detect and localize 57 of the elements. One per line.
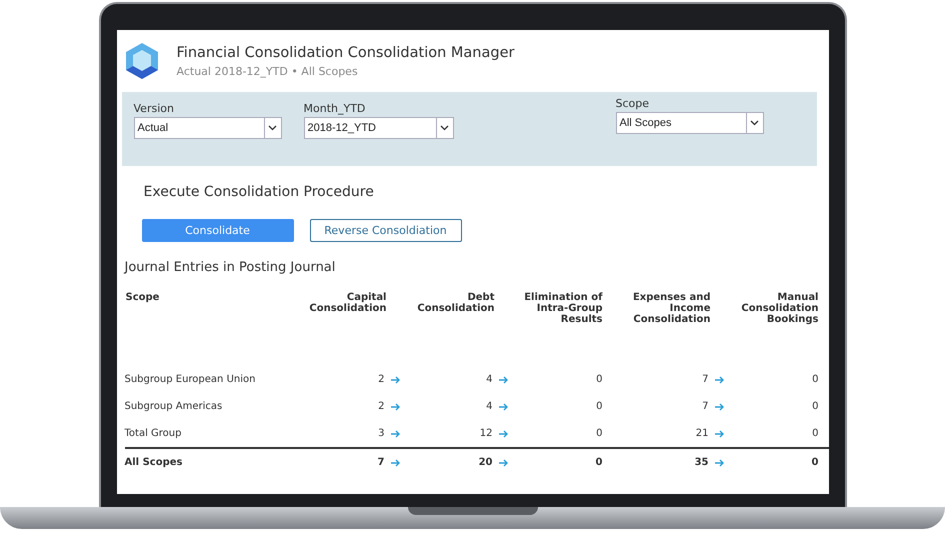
count-value: 0: [812, 457, 818, 468]
section-title: Execute Consolidation Procedure: [144, 184, 375, 200]
arrow-right-icon[interactable]: [714, 376, 724, 384]
chevron-down-icon: [440, 125, 449, 131]
count-value: 0: [596, 428, 602, 439]
column-header: Manual Consolidation Bookings: [740, 291, 820, 327]
filter-label: Scope: [616, 97, 650, 110]
scope-name: All Scopes: [124, 457, 182, 468]
count-value: 2: [378, 374, 384, 385]
arrow-right-icon[interactable]: [390, 458, 400, 466]
count-value: 12: [480, 428, 492, 439]
column-header: Expenses and Income Consolidation: [632, 291, 712, 327]
scope-name: Subgroup Americas: [124, 401, 222, 412]
app-title: Financial Consolidation Consolidation Manager: [176, 44, 514, 60]
filter-label: Month_YTD: [304, 102, 366, 115]
count-value: 4: [486, 401, 492, 412]
dropdown-field[interactable]: All Scopes: [616, 112, 764, 134]
dropdown-field[interactable]: 2018-12_YTD: [304, 117, 454, 139]
count-value: 7: [378, 457, 384, 468]
arrow-right-icon[interactable]: [498, 458, 508, 466]
cube-logo-icon: [124, 42, 158, 80]
filter-label: Version: [134, 102, 175, 115]
count-value: 0: [812, 374, 818, 385]
count-value: 0: [812, 401, 818, 412]
count-value: 7: [702, 401, 708, 412]
count-value: 0: [812, 428, 818, 439]
count-value: 20: [478, 457, 492, 468]
count-value: 21: [696, 428, 708, 439]
chevron-down-icon: [268, 125, 277, 131]
count-value: 2: [378, 401, 384, 412]
count-value: 7: [702, 374, 708, 385]
dropdown-field[interactable]: Actual: [134, 117, 282, 139]
count-value: 3: [378, 428, 384, 439]
arrow-right-icon[interactable]: [390, 376, 400, 384]
column-header: Debt Consolidation: [416, 291, 496, 316]
count-value: 0: [596, 374, 602, 385]
column-header: Scope: [124, 291, 160, 305]
arrow-right-icon[interactable]: [714, 430, 724, 438]
count-value: 0: [596, 401, 602, 412]
arrow-right-icon[interactable]: [390, 430, 400, 438]
scope-name: Total Group: [124, 428, 182, 439]
count-value: 0: [596, 457, 602, 468]
chevron-down-icon: [750, 120, 759, 126]
count-value: 35: [694, 457, 708, 468]
arrow-right-icon[interactable]: [498, 430, 508, 438]
reverse-button[interactable]: Reverse Consoldiation: [310, 219, 462, 242]
count-value: 4: [486, 374, 492, 385]
section-title: Journal Entries in Posting Journal: [124, 260, 336, 275]
arrow-right-icon[interactable]: [498, 402, 508, 410]
column-header: Capital Consolidation: [308, 291, 388, 316]
app-subtitle: Actual 2018-12_YTD • All Scopes: [176, 64, 359, 78]
arrow-right-icon[interactable]: [714, 402, 724, 410]
arrow-right-icon[interactable]: [714, 458, 724, 466]
arrow-right-icon[interactable]: [498, 376, 508, 384]
column-header: Elimination of Intra-Group Results: [523, 291, 604, 327]
arrow-right-icon[interactable]: [390, 402, 400, 410]
scope-name: Subgroup European Union: [124, 374, 256, 385]
